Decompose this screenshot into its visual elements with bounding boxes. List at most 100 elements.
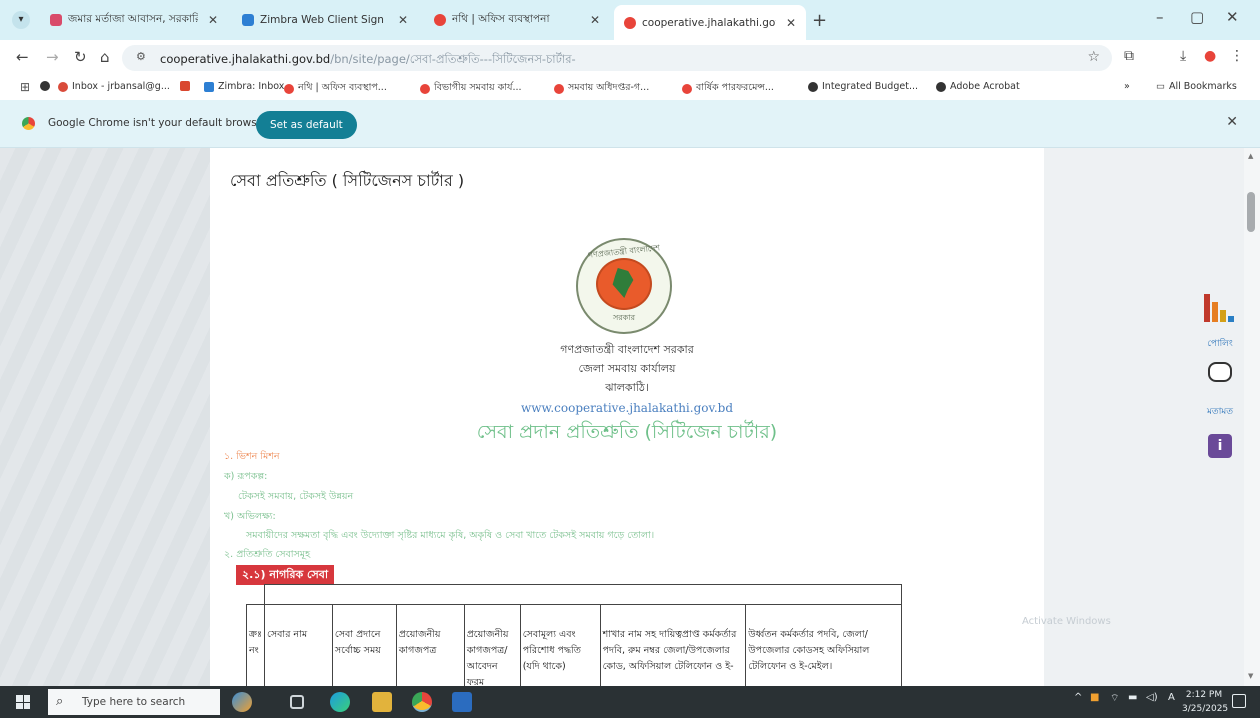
minimize-icon[interactable]: – — [1156, 8, 1164, 26]
bookmark-annual-performance[interactable]: বার্ষিক পারফরমেন্স... — [682, 81, 774, 96]
feedback-label[interactable]: মতামত — [1196, 404, 1244, 419]
site-info-icon[interactable]: ⚙ — [136, 50, 146, 63]
globe-icon — [936, 81, 946, 92]
website-link[interactable]: www.cooperative.jhalakathi.gov.bd — [210, 401, 1044, 415]
feedback-chat-icon[interactable] — [1208, 362, 1232, 382]
word-app-icon[interactable] — [452, 692, 472, 712]
table-header-cell: প্রয়োজনীয় কাগজপত্র/ আবেদন ফরম — [463, 604, 521, 686]
tab-4-title: cooperative.jhalakathi.gov.bd — [642, 16, 776, 29]
charter-title: সেবা প্রদান প্রতিশ্রুতি (সিটিজেন চার্টার… — [476, 421, 778, 443]
extensions-icon[interactable]: ⧉ — [1124, 48, 1134, 64]
tab-1[interactable]: জমার মর্তাজা আবাসন, সরকারি ✕ — [40, 6, 228, 34]
bookmark-divisional[interactable]: বিভাগীয় সমবায় কার্য... — [420, 81, 522, 96]
tab-2-title: Zimbra Web Client Sign In — [260, 14, 388, 26]
bookmark-adobe-acrobat[interactable]: Adobe Acrobat — [936, 81, 1020, 92]
url-path: /bn/site/page/সেবা-প্রতিশ্রুতি---সিটিজেন… — [330, 52, 576, 66]
section-services: ২. প্রতিশ্রুতি সেবাসমূহ — [224, 549, 311, 560]
globe-icon — [808, 81, 818, 92]
windows-start-icon[interactable] — [16, 695, 30, 709]
info-icon[interactable]: i — [1208, 434, 1232, 458]
clock-time: 2:12 PM — [1185, 690, 1223, 700]
language-icon[interactable]: A — [1168, 692, 1175, 703]
table-header-row: ক্রঃ নং সেবার নাম সেবা প্রদানে সর্বোচ্চ … — [245, 604, 902, 686]
org-line-government: গণপ্রজাতন্ত্রী বাংলাদেশ সরকার — [560, 343, 694, 356]
task-view-icon[interactable] — [290, 695, 304, 709]
network-icon[interactable]: ⌔ — [1110, 692, 1119, 705]
bd-gov-icon — [554, 83, 564, 94]
reload-icon[interactable]: ↻ — [74, 48, 87, 66]
forward-arrow-icon[interactable]: → — [46, 48, 59, 66]
bookmark-chrome-icon[interactable] — [40, 81, 50, 91]
tab-2[interactable]: Zimbra Web Client Sign In ✕ — [232, 6, 418, 34]
file-explorer-icon[interactable] — [372, 692, 392, 712]
page-scrollbar[interactable]: ▲ ▼ — [1244, 148, 1260, 686]
bookmark-integrated-budget[interactable]: Integrated Budget... — [808, 81, 918, 92]
battery-icon[interactable]: ▬ — [1128, 692, 1137, 703]
bookmark-directorate[interactable]: সমবায় অধিদপ্তর-গ... — [554, 81, 649, 96]
scrollbar-thumb[interactable] — [1247, 192, 1255, 232]
youtube-icon — [180, 81, 190, 91]
browser-toolbar: ← → ↻ ⌂ ⚙ cooperative.jhalakathi.gov.bd/… — [0, 40, 1260, 76]
bd-gov-icon — [284, 83, 294, 94]
chrome-logo-icon — [22, 117, 35, 130]
infobar-close-icon[interactable]: ✕ — [1226, 114, 1238, 130]
new-tab-icon[interactable]: + — [812, 10, 827, 31]
table-header-cell: প্রয়োজনীয় কাগজপত্র — [395, 604, 465, 686]
gmail-icon — [58, 81, 68, 92]
home-icon[interactable]: ⌂ — [100, 48, 110, 66]
taskbar-search-box[interactable]: ⌕ Type here to search — [48, 689, 220, 715]
set-as-default-button[interactable]: Set as default — [256, 111, 357, 139]
taskbar-search-placeholder: Type here to search — [82, 696, 186, 708]
back-arrow-icon[interactable]: ← — [16, 48, 29, 66]
bookmark-inbox[interactable]: Inbox - jrbansal@g... — [58, 81, 170, 92]
mission-label: খ) অভিলক্ষ্য: — [224, 511, 276, 522]
scroll-down-arrow-icon[interactable]: ▼ — [1248, 672, 1253, 680]
table-header-cell: সেবার নাম — [264, 604, 333, 686]
edge-icon[interactable] — [330, 692, 350, 712]
bookmarks-bar: ⊞ Inbox - jrbansal@g... Zimbra: Inbox নথ… — [0, 76, 1260, 100]
bookmark-zimbra[interactable]: Zimbra: Inbox — [204, 81, 284, 92]
tab-1-title: জমার মর্তাজা আবাসন, সরকারি — [68, 12, 198, 25]
tray-app-icon[interactable]: ■ — [1090, 692, 1099, 703]
volume-icon[interactable]: ◁) — [1146, 692, 1158, 703]
search-icon: ⌕ — [56, 694, 64, 709]
civic-services-label: ২.১) নাগরিক সেবা — [236, 565, 335, 585]
poll-chart-icon[interactable] — [1204, 294, 1234, 322]
address-bar[interactable]: ⚙ cooperative.jhalakathi.gov.bd/bn/site/… — [122, 45, 1112, 71]
tab-3-close-icon[interactable]: ✕ — [590, 13, 600, 27]
poll-label[interactable]: পোলিং — [1196, 336, 1244, 351]
menu-kebab-icon[interactable]: ⋮ — [1230, 48, 1244, 64]
cortana-widget-icon[interactable] — [232, 692, 252, 712]
scroll-up-arrow-icon[interactable]: ▲ — [1248, 152, 1253, 160]
bookmark-star-icon[interactable]: ☆ — [1087, 49, 1100, 65]
maximize-icon[interactable]: ▢ — [1190, 8, 1204, 26]
profile-icon[interactable]: ● — [1204, 48, 1216, 64]
government-emblem-logo: গণপ্রজাতন্ত্রী বাংলাদেশ সরকার — [576, 238, 672, 334]
zimbra-icon — [204, 81, 214, 92]
org-line-district: ঝালকাঠি। — [605, 381, 649, 394]
tab-search-icon[interactable]: ▾ — [12, 11, 30, 29]
tray-chevron-icon[interactable]: ^ — [1074, 692, 1082, 703]
tab-1-favicon-icon — [50, 14, 62, 26]
page-title: সেবা প্রতিশ্রুতি ( সিটিজেনস চার্টার ) — [230, 171, 465, 190]
notification-center-icon[interactable] — [1232, 694, 1246, 708]
tab-1-close-icon[interactable]: ✕ — [208, 13, 218, 27]
all-bookmarks[interactable]: ▭ All Bookmarks — [1156, 81, 1237, 92]
more-bookmarks-icon[interactable]: » — [1124, 81, 1130, 92]
chrome-taskbar-icon[interactable] — [412, 692, 432, 712]
downloads-icon[interactable]: ⤓ — [1180, 48, 1186, 64]
bookmark-nothi[interactable]: নথি | অফিস ব্যবস্থাপ... — [284, 81, 387, 96]
apps-grid-icon[interactable]: ⊞ — [20, 80, 30, 94]
system-clock[interactable]: 2:12 PM 3/25/2025 — [1182, 688, 1228, 716]
table-header-cell: সেবামূল্য এবং পরিশোধ পদ্ধতি (যদি থাকে) — [519, 604, 601, 686]
bookmark-youtube[interactable] — [180, 81, 190, 91]
default-browser-infobar: Google Chrome isn't your default browser… — [0, 100, 1260, 148]
tab-4-close-icon[interactable]: ✕ — [786, 16, 796, 30]
folder-icon: ▭ — [1156, 81, 1165, 92]
tab-3-title: নথি | অফিস ব্যবস্থাপনা — [452, 12, 550, 25]
tab-3[interactable]: নথি | অফিস ব্যবস্থাপনা ✕ — [424, 6, 610, 34]
left-margin — [0, 148, 210, 686]
tab-2-close-icon[interactable]: ✕ — [398, 13, 408, 27]
tab-4-active[interactable]: cooperative.jhalakathi.gov.bd ✕ — [614, 5, 806, 40]
close-window-icon[interactable]: ✕ — [1226, 8, 1239, 26]
